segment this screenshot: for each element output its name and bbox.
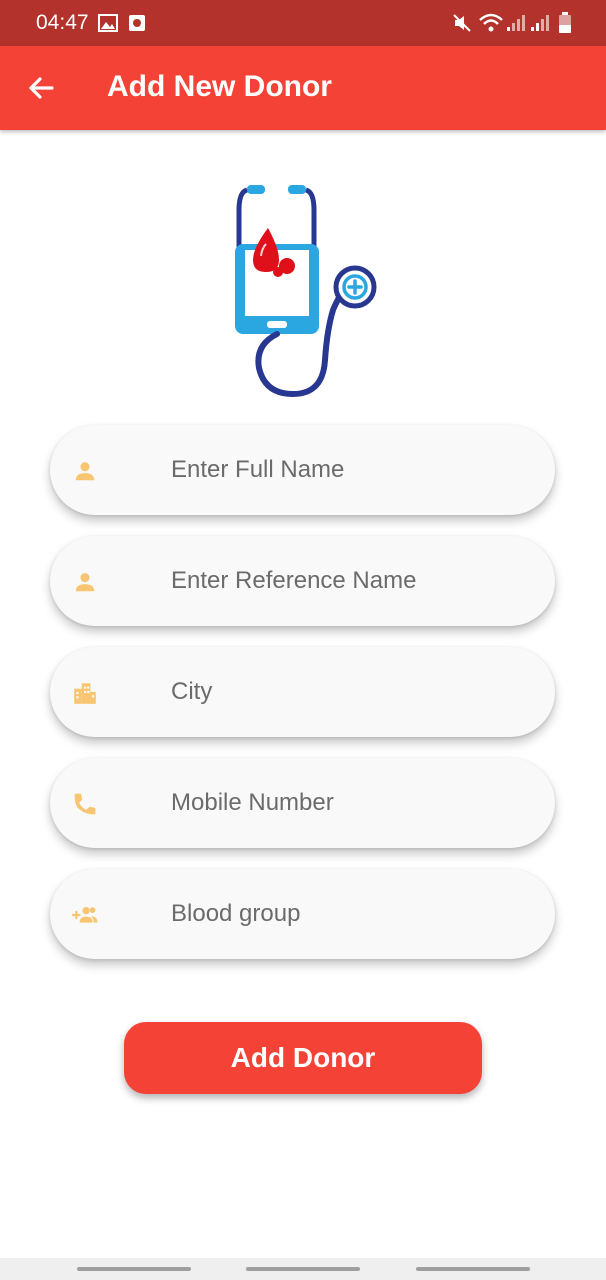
- image-icon: [98, 14, 118, 32]
- status-bar: 04:47: [0, 0, 606, 46]
- reference-name-input[interactable]: [171, 556, 531, 606]
- blood-group-input[interactable]: [171, 889, 531, 939]
- stethoscope-logo: [235, 185, 377, 398]
- city-input[interactable]: [171, 667, 531, 717]
- mobile-number-field[interactable]: [50, 758, 555, 848]
- city-field[interactable]: [50, 647, 555, 737]
- navigation-bar: [0, 1258, 606, 1280]
- nav-back-handle[interactable]: [416, 1267, 530, 1271]
- mute-icon: [453, 14, 471, 32]
- person-icon: [75, 573, 95, 592]
- mobile-number-input[interactable]: [171, 778, 531, 828]
- battery-icon: [559, 12, 571, 33]
- person-icon: [75, 462, 95, 481]
- app-bar: Add New Donor: [0, 46, 606, 130]
- group-add-icon: [72, 906, 98, 923]
- arrow-back-icon[interactable]: [20, 66, 64, 110]
- signal-2-icon: [531, 15, 549, 31]
- full-name-input[interactable]: [171, 445, 531, 495]
- nav-recents-handle[interactable]: [77, 1267, 191, 1271]
- status-time: 04:47: [36, 11, 89, 34]
- reference-name-field[interactable]: [50, 536, 555, 626]
- camera-icon: [129, 15, 145, 31]
- add-donor-button[interactable]: Add Donor: [124, 1022, 482, 1094]
- blood-group-field[interactable]: [50, 869, 555, 959]
- phone-icon: [74, 793, 96, 815]
- city-icon: [74, 683, 96, 704]
- page-title: Add New Donor: [107, 70, 332, 103]
- nav-home-handle[interactable]: [246, 1267, 360, 1271]
- signal-1-icon: [507, 15, 525, 31]
- full-name-field[interactable]: [50, 425, 555, 515]
- wifi-icon: [479, 13, 503, 32]
